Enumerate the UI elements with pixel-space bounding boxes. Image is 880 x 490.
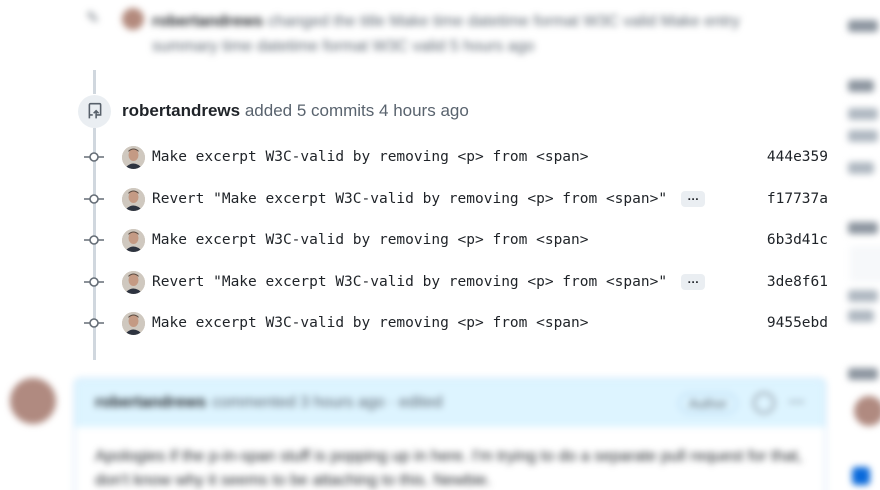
sidebar-text: [848, 108, 878, 120]
comment-header: robertandrews commented 3 hours ago · ed…: [75, 379, 825, 427]
commit-row: Revert "Make excerpt W3C-valid by removi…: [84, 268, 828, 296]
commit-row: Make excerpt W3C-valid by removing <p> f…: [84, 226, 828, 254]
sidebar-text: [848, 368, 878, 380]
commit-sha-link[interactable]: 6b3d41c: [767, 232, 828, 248]
avatar[interactable]: [122, 228, 145, 252]
avatar[interactable]: [122, 187, 145, 211]
sidebar-text: [848, 130, 878, 142]
title-change-event: ✎ robertandrews changed the title Make t…: [80, 0, 800, 62]
kebab-menu-icon[interactable]: ···: [789, 394, 805, 412]
commit-message-link[interactable]: Make excerpt W3C-valid by removing <p> f…: [152, 232, 589, 248]
commit-sha-link[interactable]: 3de8f61: [767, 274, 828, 290]
git-commit-icon: [84, 147, 104, 167]
comment-body: Apologies if the p-in-span stuff is popp…: [95, 448, 803, 489]
git-commit-icon: [84, 313, 104, 333]
commit-sha-link[interactable]: f17737a: [767, 191, 828, 207]
comment-meta[interactable]: commented 3 hours ago · edited: [212, 394, 442, 412]
commits-author[interactable]: robertandrews: [122, 101, 240, 120]
expand-commit-message-button[interactable]: …: [681, 273, 706, 290]
avatar[interactable]: [122, 270, 145, 294]
sidebar-text: [848, 222, 878, 234]
git-commit-icon: [84, 272, 104, 292]
commits-action: added 5 commits: [244, 101, 375, 120]
commits-time[interactable]: 4 hours ago: [379, 101, 469, 120]
event-author[interactable]: robertandrews: [152, 13, 263, 30]
git-commit-icon: [84, 189, 104, 209]
sidebar-text: [848, 20, 878, 32]
sidebar-text: [848, 290, 878, 302]
commit-message-link[interactable]: Make excerpt W3C-valid by removing <p> f…: [152, 149, 589, 165]
repo-push-icon: [78, 94, 111, 128]
commit-message-link[interactable]: Revert "Make excerpt W3C-valid by removi…: [152, 191, 667, 207]
sidebar-text: [848, 162, 874, 174]
git-commit-icon: [84, 230, 104, 250]
expand-commit-message-button[interactable]: …: [681, 190, 706, 207]
avatar[interactable]: [122, 311, 145, 335]
author-badge: Author: [678, 392, 738, 414]
commit-sha-link[interactable]: 9455ebd: [767, 315, 828, 331]
sidebar-text: [848, 310, 874, 322]
sidebar-panel: [850, 246, 880, 282]
comment-author[interactable]: robertandrews: [95, 394, 206, 412]
commit-message-link[interactable]: Revert "Make excerpt W3C-valid by removi…: [152, 274, 667, 290]
avatar[interactable]: [854, 396, 880, 426]
commits-event-header: robertandrews added 5 commits 4 hours ag…: [78, 94, 469, 128]
comment-card: robertandrews commented 3 hours ago · ed…: [74, 378, 826, 490]
checkbox[interactable]: [852, 467, 870, 485]
avatar[interactable]: [122, 145, 145, 169]
pencil-icon: ✎: [86, 10, 100, 27]
timeline-rail: [93, 70, 96, 94]
smiley-icon[interactable]: [753, 392, 776, 414]
commit-row: Revert "Make excerpt W3C-valid by removi…: [84, 185, 828, 213]
commit-row: Make excerpt W3C-valid by removing <p> f…: [84, 309, 828, 337]
avatar[interactable]: [10, 378, 56, 424]
commit-row: Make excerpt W3C-valid by removing <p> f…: [84, 143, 828, 171]
commit-sha-link[interactable]: 444e359: [767, 149, 828, 165]
commit-message-link[interactable]: Make excerpt W3C-valid by removing <p> f…: [152, 315, 589, 331]
sidebar-text: [848, 80, 874, 92]
avatar[interactable]: [122, 8, 144, 30]
